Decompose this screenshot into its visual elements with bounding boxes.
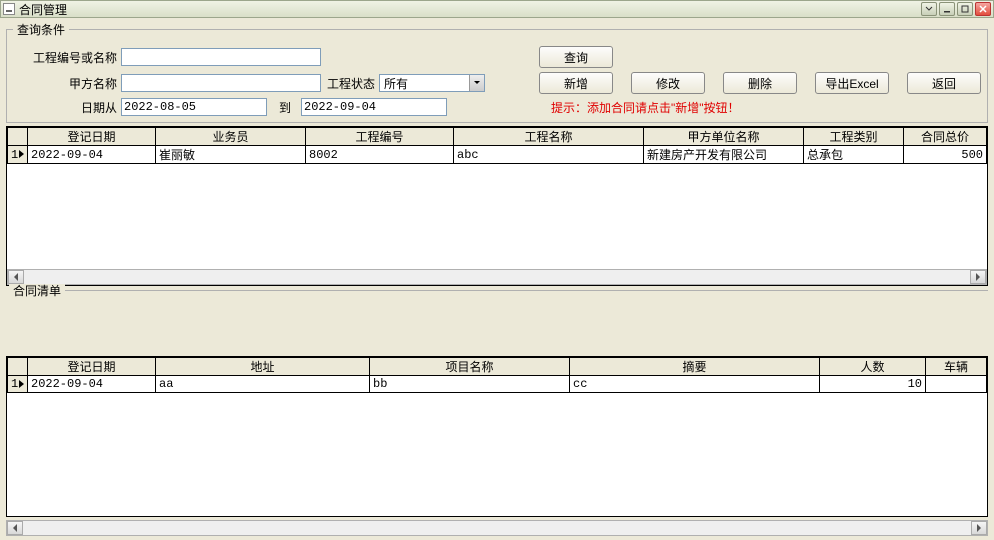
add-button[interactable]: 新增 xyxy=(539,72,613,94)
input-party-a-name[interactable] xyxy=(121,74,321,92)
label-proj-code-name: 工程编号或名称 xyxy=(13,49,117,66)
label-party-a-name: 甲方名称 xyxy=(13,75,117,92)
title-bar: 合同管理 xyxy=(0,0,994,18)
grid1-hscroll[interactable] xyxy=(7,269,987,285)
query-fieldset: 查询条件 工程编号或名称 查询 甲方名称 工程状态 所有 新增 修改 删除 xyxy=(6,21,988,123)
export-button[interactable]: 导出Excel xyxy=(815,72,889,94)
grid1-h-projcode: 工程编号 xyxy=(306,128,454,146)
row-pointer-icon xyxy=(19,380,24,388)
grid2-c-itemname: bb xyxy=(370,376,570,393)
label-proj-status: 工程状态 xyxy=(327,75,375,92)
grid1-c-sales: 崔丽敏 xyxy=(156,146,306,164)
grid1-c-type: 总承包 xyxy=(804,146,904,164)
select-proj-status[interactable]: 所有 xyxy=(379,74,485,92)
hint-text: 提示：添加合同请点击"新增"按钮！ xyxy=(551,99,740,116)
grid1-row[interactable]: 1 2022-09-04 崔丽敏 8002 abc 新建房产开发有限公司 总承包… xyxy=(8,146,987,164)
grid2-row[interactable]: 1 2022-09-04 aa bb cc 10 xyxy=(8,376,987,393)
grid2-header-row: 登记日期 地址 项目名称 摘要 人数 车辆 xyxy=(8,358,987,376)
grid1-h-partya: 甲方单位名称 xyxy=(644,128,804,146)
delete-button[interactable]: 删除 xyxy=(723,72,797,94)
section-contract-list-label: 合同清单 xyxy=(9,284,65,298)
grid1-h-date: 登记日期 xyxy=(28,128,156,146)
grid1-c-projname: abc xyxy=(454,146,644,164)
grid2-c-date: 2022-09-04 xyxy=(28,376,156,393)
grid1-h-projname: 工程名称 xyxy=(454,128,644,146)
content-area: 查询条件 工程编号或名称 查询 甲方名称 工程状态 所有 新增 修改 删除 xyxy=(1,19,993,539)
section-contract-list: 合同清单 xyxy=(9,290,988,308)
outer-hscroll[interactable] xyxy=(6,520,988,536)
input-proj-code-name[interactable] xyxy=(121,48,321,66)
input-date-from[interactable] xyxy=(121,98,267,116)
minimize-button[interactable] xyxy=(939,2,955,16)
scroll-right-icon[interactable] xyxy=(971,521,987,535)
row-pointer-icon xyxy=(19,150,24,158)
grid2-h-people: 人数 xyxy=(820,358,926,376)
select-proj-status-value: 所有 xyxy=(380,75,469,92)
grid2-h-date: 登记日期 xyxy=(28,358,156,376)
grid2-c-vehicle xyxy=(926,376,987,393)
scroll-left-icon[interactable] xyxy=(8,270,24,284)
label-date-to: 到 xyxy=(273,99,297,116)
window-menu-button[interactable] xyxy=(921,2,937,16)
grid1-c-date: 2022-09-04 xyxy=(28,146,156,164)
app-icon xyxy=(3,3,15,15)
grid2-c-people: 10 xyxy=(820,376,926,393)
grid1-h-total: 合同总价 xyxy=(904,128,987,146)
grid2-h-summary: 摘要 xyxy=(570,358,820,376)
back-button[interactable]: 返回 xyxy=(907,72,981,94)
edit-button[interactable]: 修改 xyxy=(631,72,705,94)
contract-list-grid[interactable]: 登记日期 地址 项目名称 摘要 人数 车辆 1 2022-09-04 aa bb… xyxy=(6,356,988,517)
grid2-h-addr: 地址 xyxy=(156,358,370,376)
label-date-from: 日期从 xyxy=(13,99,117,116)
scroll-right-icon[interactable] xyxy=(970,270,986,284)
chevron-down-icon xyxy=(469,75,484,91)
close-button[interactable] xyxy=(975,2,991,16)
grid1-h-sales: 业务员 xyxy=(156,128,306,146)
grid2-c-addr: aa xyxy=(156,376,370,393)
grid2-h-itemname: 项目名称 xyxy=(370,358,570,376)
window-title: 合同管理 xyxy=(19,1,67,18)
grid1-c-projcode: 8002 xyxy=(306,146,454,164)
input-date-to[interactable] xyxy=(301,98,447,116)
grid2-c-summary: cc xyxy=(570,376,820,393)
query-legend: 查询条件 xyxy=(13,21,69,38)
grid1-header-row: 登记日期 业务员 工程编号 工程名称 甲方单位名称 工程类别 合同总价 xyxy=(8,128,987,146)
grid2-h-vehicle: 车辆 xyxy=(926,358,987,376)
scroll-left-icon[interactable] xyxy=(7,521,23,535)
grid1-c-total: 500 xyxy=(904,146,987,164)
grid1-c-partya: 新建房产开发有限公司 xyxy=(644,146,804,164)
maximize-button[interactable] xyxy=(957,2,973,16)
search-button[interactable]: 查询 xyxy=(539,46,613,68)
contract-grid[interactable]: 登记日期 业务员 工程编号 工程名称 甲方单位名称 工程类别 合同总价 1 20… xyxy=(6,126,988,286)
grid1-h-type: 工程类别 xyxy=(804,128,904,146)
